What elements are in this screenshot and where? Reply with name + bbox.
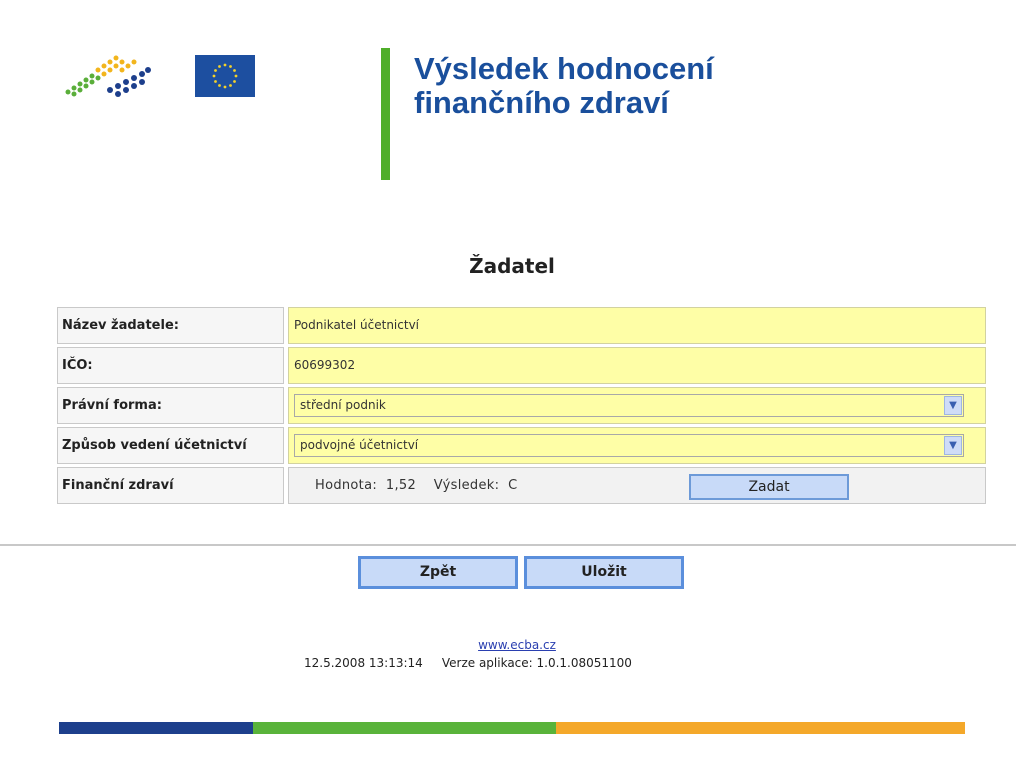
- hodnota-label: Hodnota:: [315, 478, 378, 493]
- page-title-line1: Výsledek hodnocení: [414, 51, 714, 86]
- legal-form-select[interactable]: střední podnik ▼: [294, 394, 964, 417]
- footer-stripe-blue: [59, 722, 253, 734]
- chevron-down-icon[interactable]: ▼: [944, 396, 962, 415]
- footer-info: 12.5.2008 13:13:14 Verze aplikace: 1.0.1…: [304, 656, 632, 670]
- ecba-link[interactable]: www.ecba.cz: [0, 638, 1024, 652]
- save-button[interactable]: Uložit: [524, 556, 684, 589]
- company-logo: [65, 55, 151, 97]
- financial-health-cell: Hodnota: 1,52 Výsledek: C Zadat: [288, 467, 986, 504]
- eu-flag-icon: [195, 55, 255, 97]
- accounting-method-label: Způsob vedení účetnictví: [57, 427, 284, 464]
- applicant-name-field[interactable]: Podnikatel účetnictví: [288, 307, 986, 344]
- row-ico: IČO: 60699302: [57, 347, 987, 384]
- zadat-button[interactable]: Zadat: [689, 474, 849, 500]
- row-applicant-name: Název žadatele: Podnikatel účetnictví: [57, 307, 987, 344]
- accounting-method-selected: podvojné účetnictví: [300, 438, 419, 452]
- accounting-method-select[interactable]: podvojné účetnictví ▼: [294, 434, 964, 457]
- vysledek-label: Výsledek:: [433, 478, 500, 493]
- row-legal-form: Právní forma: střední podnik ▼: [57, 387, 987, 424]
- financial-health-label: Finanční zdraví: [57, 467, 284, 504]
- ico-label: IČO:: [57, 347, 284, 384]
- hodnota-value: 1,52: [385, 478, 417, 493]
- vysledek-value: C: [508, 478, 518, 493]
- ico-field[interactable]: 60699302: [288, 347, 986, 384]
- back-button[interactable]: Zpět: [358, 556, 518, 589]
- accounting-method-cell: podvojné účetnictví ▼: [288, 427, 986, 464]
- footer-stripe-green: [253, 722, 556, 734]
- legal-form-selected: střední podnik: [300, 398, 386, 412]
- applicant-name-label: Název žadatele:: [57, 307, 284, 344]
- legal-form-cell: střední podnik ▼: [288, 387, 986, 424]
- row-accounting-method: Způsob vedení účetnictví podvojné účetni…: [57, 427, 987, 464]
- app-version: Verze aplikace: 1.0.1.08051100: [441, 656, 632, 670]
- page-title: Výsledek hodnocení finančního zdraví: [414, 52, 714, 120]
- row-financial-health: Finanční zdraví Hodnota: 1,52 Výsledek: …: [57, 467, 987, 504]
- timestamp: 12.5.2008 13:13:14: [304, 656, 423, 670]
- title-accent-bar: [381, 48, 390, 180]
- form-heading: Žadatel: [469, 254, 555, 278]
- footer-stripe-orange: [556, 722, 965, 734]
- chevron-down-icon[interactable]: ▼: [944, 436, 962, 455]
- legal-form-label: Právní forma:: [57, 387, 284, 424]
- page-title-line2: finančního zdraví: [414, 85, 669, 120]
- divider: [0, 544, 1016, 546]
